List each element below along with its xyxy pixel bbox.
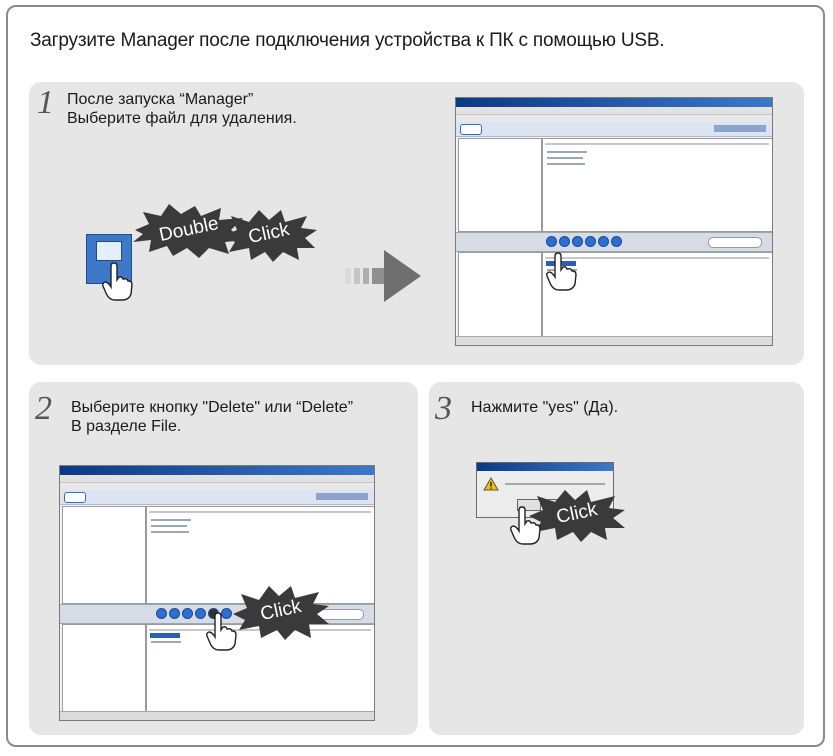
step-1-panel: 1 После запуска “Manager” Выберите файл …	[29, 82, 804, 365]
step-2-panel: 2 Выберите кнопку "Delete" или “Delete” …	[29, 382, 418, 735]
next-step-arrow-icon	[345, 250, 421, 302]
file-list[interactable]	[542, 138, 772, 232]
device-bar	[60, 490, 374, 505]
dialog-titlebar	[477, 463, 613, 471]
step-2-number: 2	[35, 390, 52, 427]
pointer-hand-icon	[510, 506, 541, 545]
window-toolbar	[456, 115, 772, 122]
pointer-hand-icon	[102, 262, 133, 301]
status-bar	[456, 336, 772, 345]
step-2-line-2: В разделе File.	[71, 418, 182, 435]
folder-tree[interactable]	[62, 506, 146, 604]
step-3-line-1: Нажмите "yes" (Да).	[471, 399, 619, 416]
headline: Загрузите Manager после подключения устр…	[30, 30, 665, 51]
window-menubar	[60, 475, 374, 483]
click-sticker-2: Click	[229, 582, 333, 640]
step-3-panel: 3 Нажмите "yes" (Да). Click	[429, 382, 804, 735]
status-bar	[60, 711, 374, 720]
step-1-line-2: Выберите файл для удаления.	[67, 110, 297, 127]
warning-icon	[483, 477, 499, 491]
device-bar	[456, 122, 772, 137]
step-3-text: Нажмите "yes" (Да).	[471, 398, 618, 417]
step-2-line-1: Выберите кнопку "Delete" или “Delete”	[71, 399, 354, 416]
step-2-text: Выберите кнопку "Delete" или “Delete” В …	[71, 398, 353, 436]
transfer-bar	[456, 232, 772, 252]
window-toolbar	[60, 483, 374, 490]
pointer-hand-icon	[546, 252, 577, 291]
step-1-line-1: После запуска “Manager”	[67, 91, 254, 108]
window-titlebar	[60, 466, 374, 475]
manager-screenshot-1	[455, 97, 773, 346]
folder-tree[interactable]	[458, 138, 542, 232]
pointer-hand-icon	[206, 612, 237, 651]
device-folder-tree[interactable]	[62, 624, 146, 714]
click-sticker-1: Click	[219, 206, 319, 262]
device-folder-tree[interactable]	[458, 252, 542, 338]
window-menubar	[456, 107, 772, 115]
window-titlebar	[456, 98, 772, 107]
step-1-number: 1	[37, 84, 54, 121]
app-glyph-icon	[96, 241, 122, 261]
step-3-number: 3	[435, 390, 452, 427]
step-1-text: После запуска “Manager” Выберите файл дл…	[67, 90, 297, 128]
